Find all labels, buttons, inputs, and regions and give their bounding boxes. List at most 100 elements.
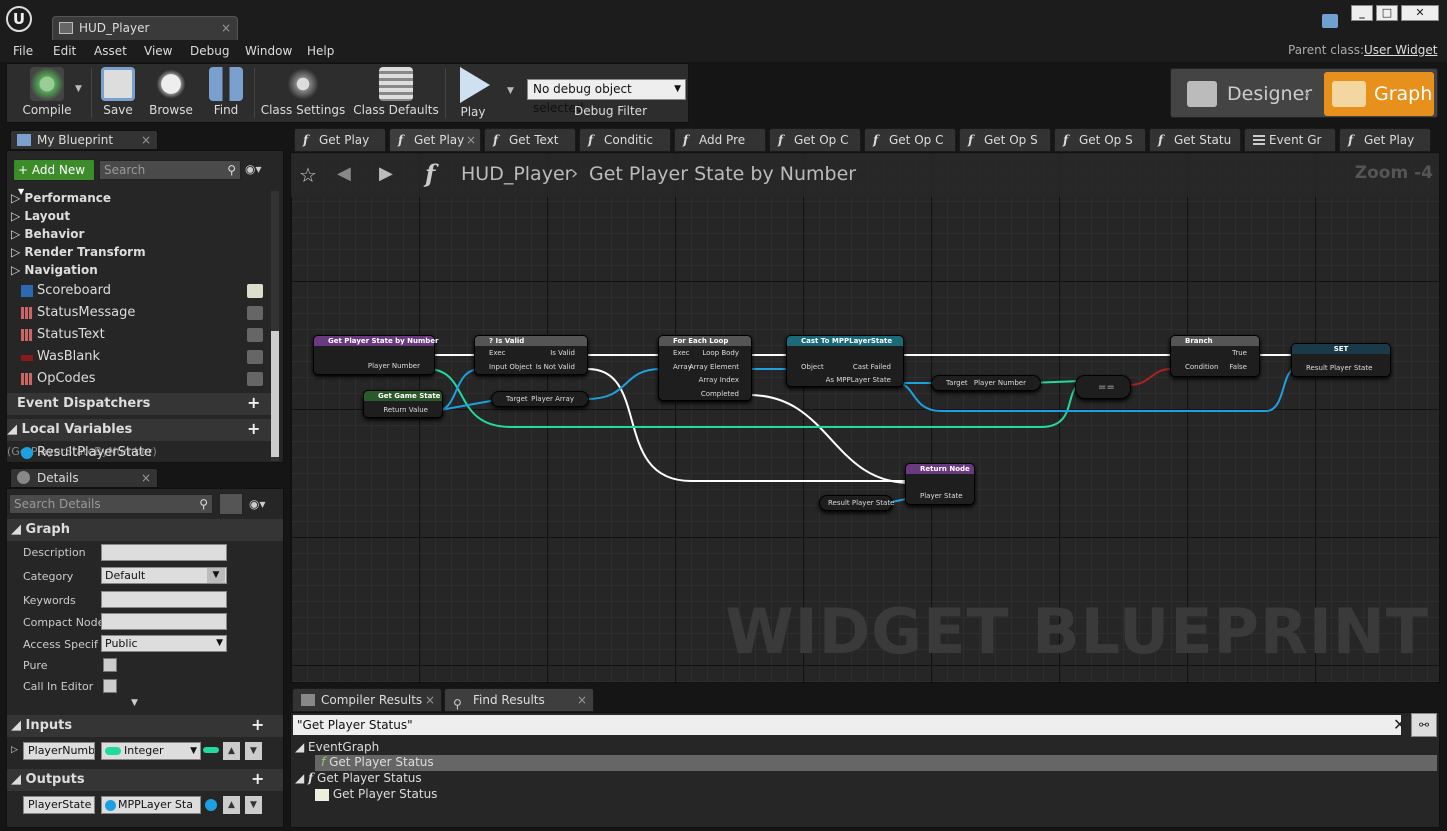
menu-help[interactable]: Help bbox=[307, 44, 334, 58]
graph-tab-12[interactable]: f Get Play bbox=[1339, 128, 1431, 152]
minimize-button[interactable]: _ bbox=[1351, 5, 1373, 21]
keywords-field[interactable] bbox=[101, 591, 227, 608]
class-settings-button[interactable]: Class Settings bbox=[257, 64, 349, 122]
graph-tab-2[interactable]: f Get Play × bbox=[389, 128, 481, 152]
category-performance[interactable]: ▷ Performance bbox=[11, 191, 111, 205]
notification-icon[interactable] bbox=[1322, 14, 1338, 28]
eye-icon[interactable] bbox=[247, 350, 263, 364]
eye-icon[interactable] bbox=[247, 306, 263, 320]
expand-arrow-icon[interactable]: ▷ bbox=[11, 745, 18, 755]
widget-opcodes[interactable]: OpCodes bbox=[21, 371, 96, 386]
debug-object-select[interactable]: No debug object selected ▼ bbox=[527, 79, 686, 115]
menu-window[interactable]: Window bbox=[245, 44, 292, 58]
add-local-var-plus-icon[interactable]: + bbox=[247, 419, 260, 438]
browse-button[interactable]: Browse bbox=[145, 64, 197, 122]
graph-canvas[interactable]: ☆ ◀ ▶ f HUD_Player › Get Player State by… bbox=[290, 152, 1440, 683]
graph-tab-10[interactable]: f Get Statu bbox=[1149, 128, 1241, 152]
eye-icon[interactable] bbox=[247, 372, 263, 386]
widget-scoreboard[interactable]: Scoreboard bbox=[21, 283, 111, 298]
graph-tab-6[interactable]: f Get Op C bbox=[769, 128, 861, 152]
menu-debug[interactable]: Debug bbox=[190, 44, 229, 58]
menu-file[interactable]: File bbox=[13, 44, 33, 58]
visibility-eye-icon[interactable]: ◉▾ bbox=[245, 162, 262, 176]
list-view-icon[interactable] bbox=[219, 493, 243, 515]
graph-section-header[interactable]: ◢ Graph bbox=[7, 519, 283, 541]
find-button[interactable]: Find bbox=[201, 64, 251, 122]
find-results-input[interactable]: "Get Player Status" bbox=[293, 715, 1401, 735]
move-down-icon[interactable]: ▼ bbox=[245, 742, 262, 760]
visibility-eye-icon[interactable]: ◉▾ bbox=[249, 497, 266, 511]
class-defaults-button[interactable]: Class Defaults bbox=[353, 64, 439, 122]
graph-tab-11[interactable]: Event Gr bbox=[1244, 128, 1336, 152]
pure-checkbox[interactable] bbox=[103, 658, 117, 672]
output-name-field[interactable]: PlayerState bbox=[23, 796, 95, 814]
input-name-field[interactable]: PlayerNumb bbox=[23, 742, 95, 760]
input-type-select[interactable]: Integer ▼ bbox=[101, 742, 201, 760]
category-behavior[interactable]: ▷ Behavior bbox=[11, 227, 84, 241]
details-tab[interactable]: Details × bbox=[10, 468, 158, 488]
graph-tab-9[interactable]: f Get Op S bbox=[1054, 128, 1146, 152]
close-window-button[interactable]: ✕ bbox=[1401, 5, 1439, 21]
node-return[interactable]: Return Node Player State bbox=[905, 463, 975, 505]
graph-tab-4[interactable]: f Conditic bbox=[579, 128, 671, 152]
node-equals[interactable]: == bbox=[1075, 375, 1131, 399]
node-function-entry[interactable]: Get Player State by Number Player Number bbox=[313, 335, 439, 375]
outputs-section-header[interactable]: ◢ Outputs bbox=[7, 769, 283, 791]
output-type-select[interactable]: MPPLayer Sta bbox=[101, 796, 201, 814]
find-results-tab[interactable]: ⚲ Find Results × bbox=[444, 688, 594, 712]
compile-button[interactable]: Compile bbox=[9, 64, 85, 122]
menu-edit[interactable]: Edit bbox=[53, 44, 76, 58]
graph-tab-3[interactable]: f Get Text bbox=[484, 128, 576, 152]
maximize-button[interactable]: □ bbox=[1376, 5, 1398, 21]
compact-node-field[interactable] bbox=[101, 613, 227, 630]
save-button[interactable]: Save bbox=[93, 64, 143, 122]
category-render-transform[interactable]: ▷ Render Transform bbox=[11, 245, 146, 259]
category-layout[interactable]: ▷ Layout bbox=[11, 209, 70, 223]
add-output-plus-icon[interactable]: + bbox=[251, 769, 264, 788]
eye-icon[interactable] bbox=[247, 328, 263, 342]
result-get-player-status-3[interactable]: Get Player Status bbox=[315, 787, 437, 801]
menu-view[interactable]: View bbox=[144, 44, 172, 58]
compile-dropdown-icon[interactable]: ▼ bbox=[75, 84, 82, 94]
node-get-game-state[interactable]: Get Game State Return Value bbox=[363, 390, 443, 418]
access-specifier-select[interactable]: Public ▼ bbox=[101, 635, 227, 652]
add-new-button[interactable]: + Add New ▼ bbox=[13, 159, 95, 196]
widget-statusmessage[interactable]: StatusMessage bbox=[21, 305, 135, 320]
event-dispatchers-section[interactable]: Event Dispatchers bbox=[7, 393, 271, 415]
category-select[interactable]: Default ▼ bbox=[101, 567, 227, 584]
document-tab[interactable]: HUD_Player × bbox=[52, 16, 238, 40]
expand-arrow-icon[interactable]: ▼ bbox=[131, 698, 138, 708]
my-blueprint-tab[interactable]: My Blueprint × bbox=[10, 130, 158, 150]
graph-mode-button[interactable]: Graph bbox=[1324, 72, 1434, 116]
designer-mode-button[interactable]: Designer › bbox=[1177, 73, 1317, 115]
node-is-valid[interactable]: ? Is Valid Exec Input Object Is Valid Is… bbox=[474, 335, 588, 375]
add-input-plus-icon[interactable]: + bbox=[251, 715, 264, 734]
call-in-editor-checkbox[interactable] bbox=[103, 679, 117, 693]
my-blueprint-search-input[interactable]: Search ⚲ bbox=[99, 160, 241, 180]
description-field[interactable] bbox=[101, 544, 227, 561]
eye-icon[interactable] bbox=[247, 284, 263, 298]
node-for-each-loop[interactable]: For Each Loop Exec Array Loop Body Array… bbox=[658, 335, 752, 401]
inputs-section-header[interactable]: ◢ Inputs bbox=[7, 715, 283, 737]
add-dispatcher-plus-icon[interactable]: + bbox=[247, 393, 260, 412]
menu-asset[interactable]: Asset bbox=[94, 44, 127, 58]
graph-tab-1[interactable]: f Get Play bbox=[294, 128, 386, 152]
node-get-player-number[interactable]: Target Player Number bbox=[931, 375, 1041, 391]
node-player-array[interactable]: Target Player Array bbox=[491, 391, 589, 407]
widget-statustext[interactable]: StatusText bbox=[21, 327, 105, 342]
clear-search-icon[interactable]: ✕ bbox=[1393, 715, 1406, 734]
node-set-result[interactable]: SET Result Player State bbox=[1291, 343, 1391, 377]
compiler-results-tab[interactable]: Compiler Results × bbox=[292, 688, 442, 712]
result-get-player-status-1[interactable]: f Get Player Status bbox=[321, 755, 434, 769]
result-eventgraph[interactable]: ◢ EventGraph bbox=[295, 740, 379, 754]
local-var-resultplayerstate[interactable]: ResultPlayerState bbox=[21, 445, 152, 460]
close-tab-icon[interactable]: × bbox=[141, 469, 151, 487]
category-navigation[interactable]: ▷ Navigation bbox=[11, 263, 98, 277]
close-tab-icon[interactable]: × bbox=[141, 131, 151, 149]
binoculars-icon[interactable]: ⚯ bbox=[1411, 713, 1437, 737]
graph-tab-8[interactable]: f Get Op S bbox=[959, 128, 1051, 152]
search-details-input[interactable]: Search Details ⚲ bbox=[9, 494, 213, 514]
play-dropdown-icon[interactable]: ▼ bbox=[507, 86, 514, 96]
node-branch[interactable]: Branch Condition True False bbox=[1170, 335, 1260, 377]
result-get-player-status-2[interactable]: ◢ f Get Player Status bbox=[295, 771, 422, 785]
